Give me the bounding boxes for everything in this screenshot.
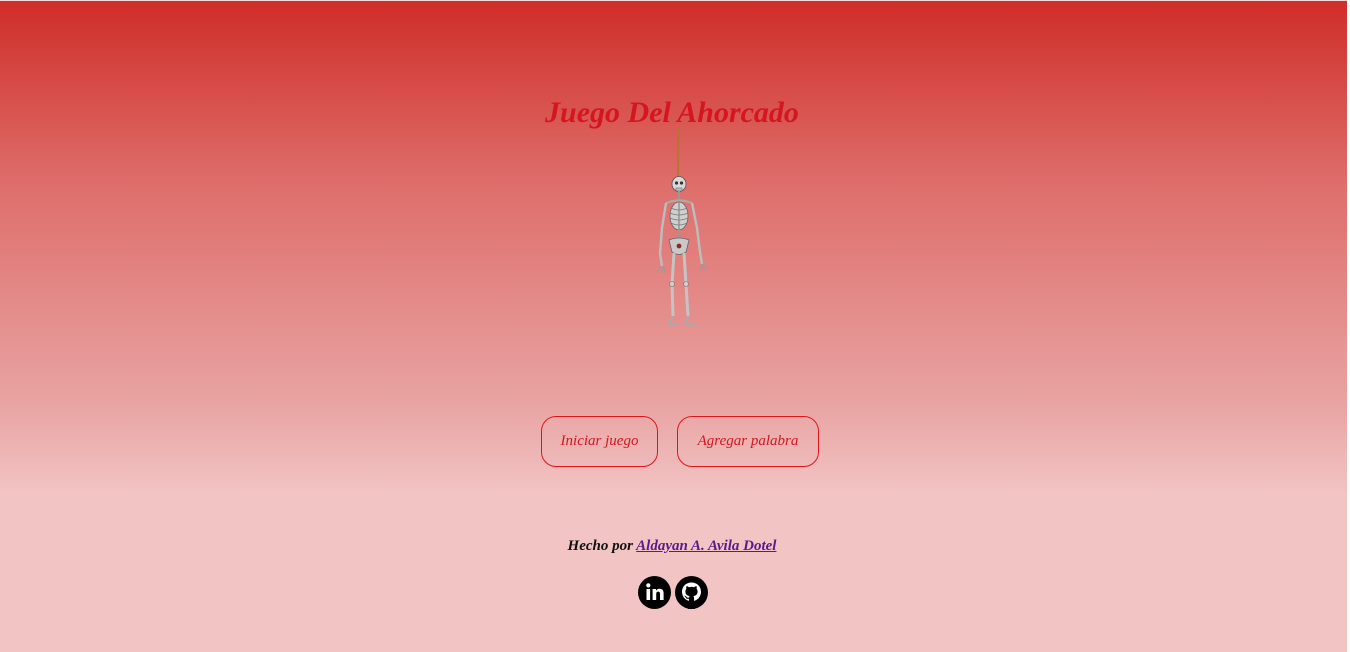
- github-link[interactable]: [675, 576, 708, 609]
- credits: Hecho por Aldayan A. Avila Dotel: [0, 538, 1344, 555]
- social-links: [638, 576, 708, 609]
- credits-label: Hecho por: [567, 538, 633, 554]
- page-title: Juego Del Ahorcado: [545, 96, 799, 129]
- github-icon: [675, 576, 708, 609]
- action-buttons: Iniciar juego Agregar palabra: [541, 416, 819, 467]
- linkedin-link[interactable]: [638, 576, 671, 609]
- top-edge: [0, 0, 1350, 1]
- author-link[interactable]: Aldayan A. Avila Dotel: [636, 538, 776, 554]
- start-game-button[interactable]: Iniciar juego: [541, 416, 658, 467]
- hanging-skeleton-image: [657, 128, 708, 327]
- add-word-button[interactable]: Agregar palabra: [677, 416, 819, 467]
- linkedin-icon: [638, 576, 671, 609]
